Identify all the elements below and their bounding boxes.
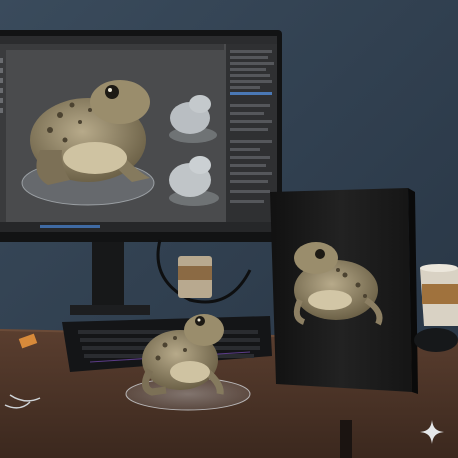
coffee-cup xyxy=(420,264,458,326)
monitor-stand xyxy=(92,242,124,314)
tool-shelf xyxy=(0,50,6,228)
outliner-panel xyxy=(226,44,277,232)
app-toolbar xyxy=(0,44,224,50)
back-coffee-cup xyxy=(178,256,212,298)
mouse xyxy=(414,328,458,352)
desk-scene xyxy=(0,0,458,458)
product-box xyxy=(270,188,418,394)
sparkle-icon xyxy=(420,420,444,444)
monitor xyxy=(0,30,282,242)
app-menu-bar xyxy=(0,36,277,44)
